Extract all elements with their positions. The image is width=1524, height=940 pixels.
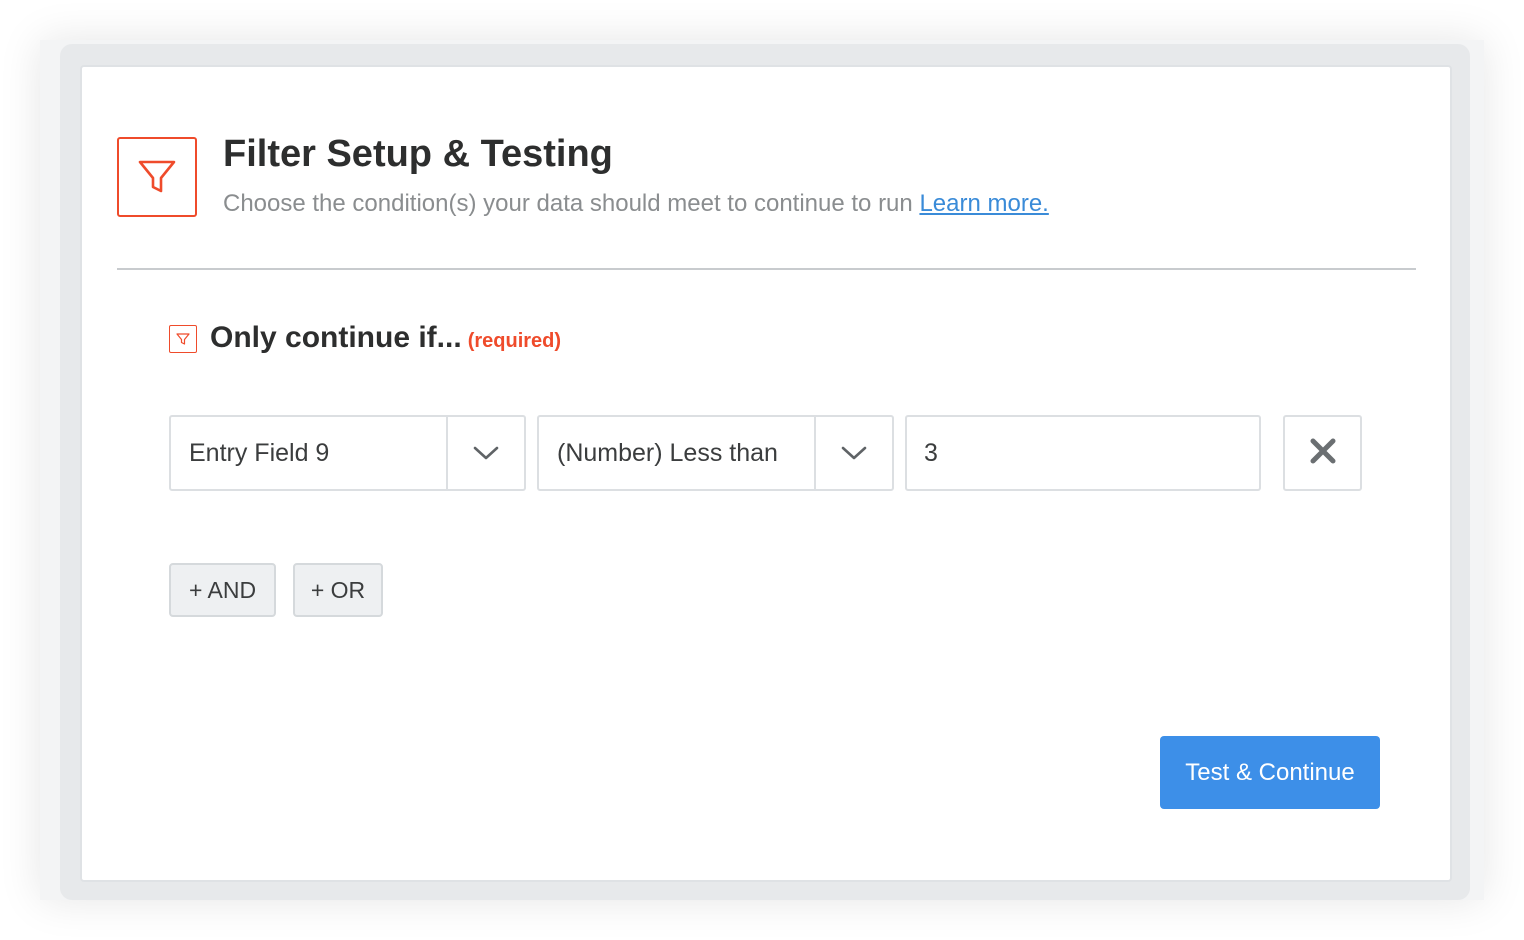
add-and-button[interactable]: + AND xyxy=(169,563,276,617)
page-title: Filter Setup & Testing xyxy=(223,133,613,175)
field-select[interactable]: Entry Field 9 xyxy=(169,415,526,491)
remove-condition-button[interactable] xyxy=(1283,415,1362,491)
compare-value-input[interactable] xyxy=(905,415,1261,491)
section-heading: Only continue if... (required) xyxy=(210,321,561,355)
filter-setup-card: Filter Setup & Testing Choose the condit… xyxy=(80,65,1452,882)
operator-select[interactable]: (Number) Less than xyxy=(537,415,894,491)
chevron-down-icon[interactable] xyxy=(446,417,524,489)
operator-select-value: (Number) Less than xyxy=(557,438,778,467)
add-or-button[interactable]: + OR xyxy=(293,563,383,617)
filter-icon xyxy=(117,137,197,217)
page-subtitle: Choose the condition(s) your data should… xyxy=(223,190,1049,218)
learn-more-link[interactable]: Learn more. xyxy=(919,190,1048,217)
subtitle-text: Choose the condition(s) your data should… xyxy=(223,190,913,217)
required-label: (required) xyxy=(467,330,562,352)
field-select-value: Entry Field 9 xyxy=(189,438,330,467)
test-continue-button[interactable]: Test & Continue xyxy=(1160,736,1380,809)
filter-icon xyxy=(169,325,197,353)
header-divider xyxy=(117,268,1416,270)
chevron-down-icon[interactable] xyxy=(814,417,892,489)
close-icon xyxy=(1308,436,1338,471)
section-title: Only continue if... xyxy=(210,321,462,354)
